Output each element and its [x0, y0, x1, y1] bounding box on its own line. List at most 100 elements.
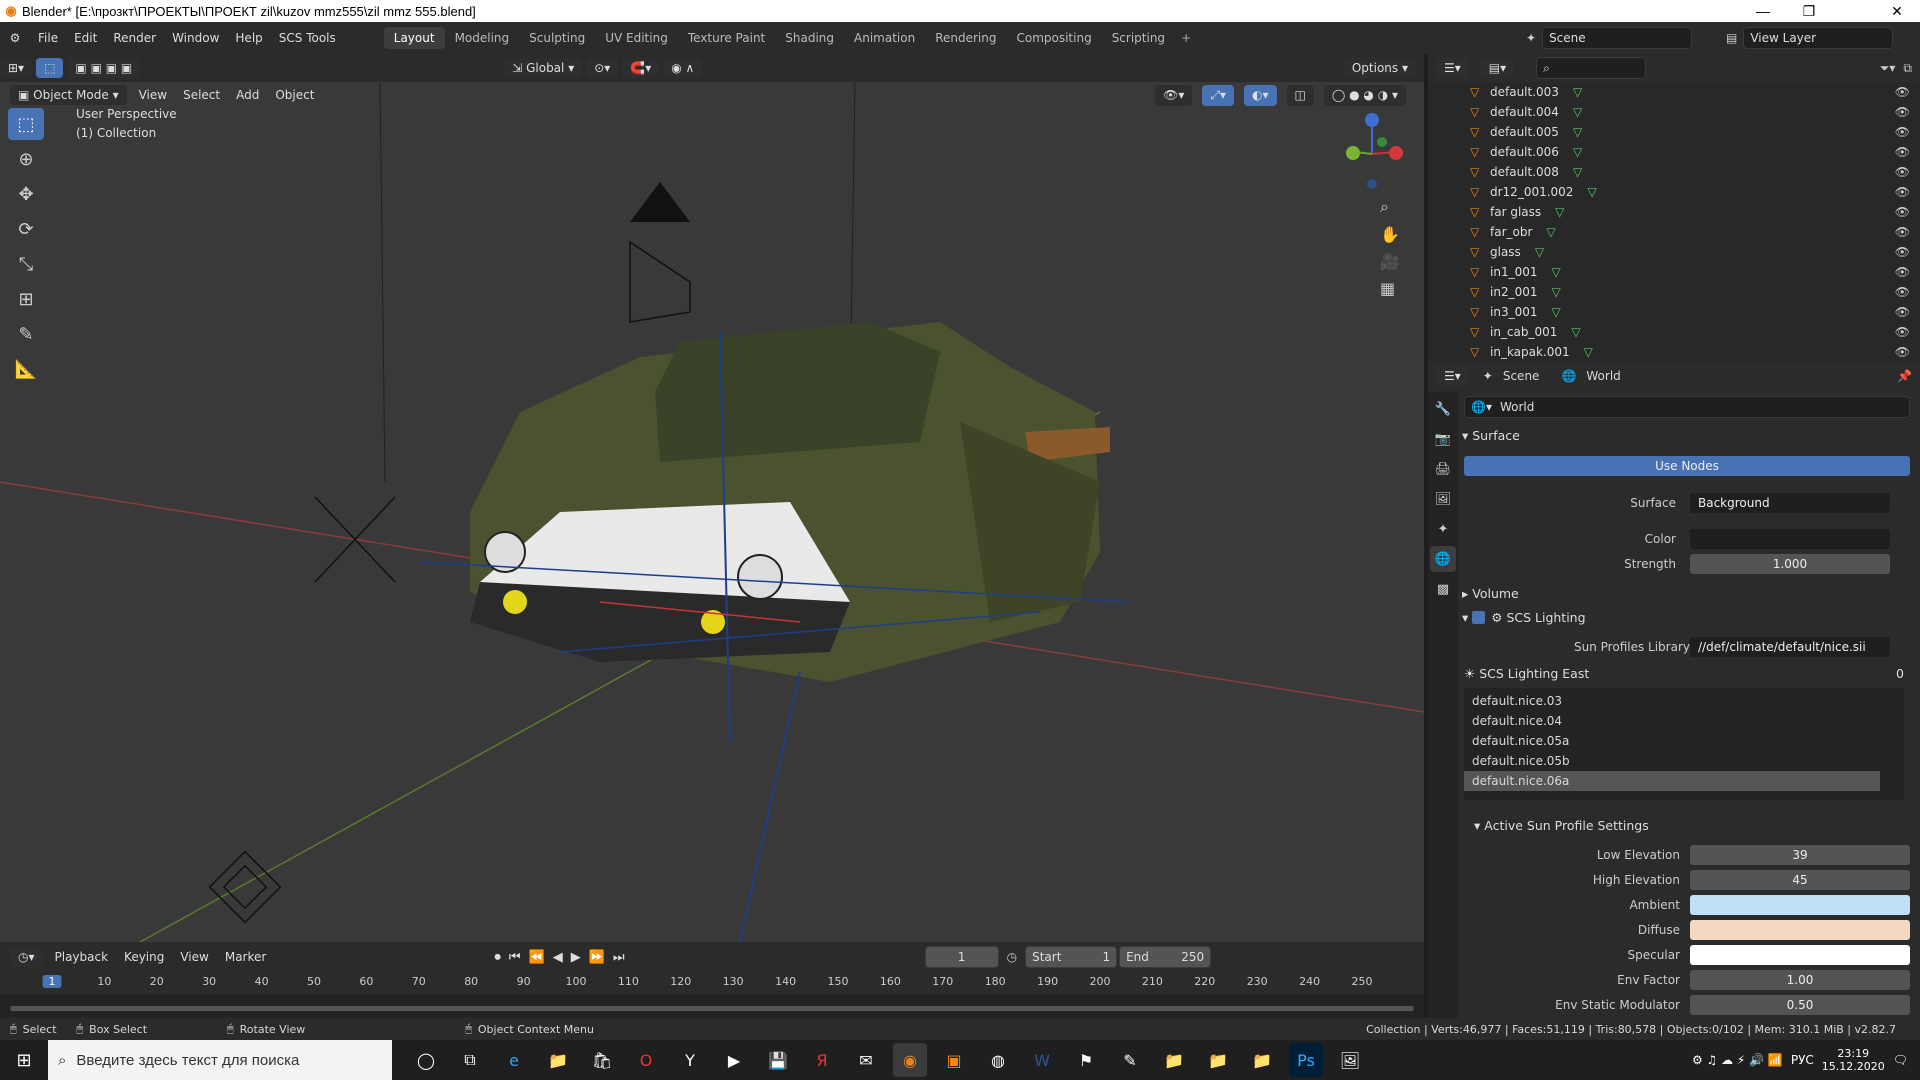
eye-icon[interactable]: 👁 — [1895, 245, 1910, 259]
timeline-scrollbar[interactable] — [10, 1006, 1414, 1011]
outliner-item[interactable]: ▽ dr12_001.002 ▽ 👁 — [1428, 182, 1920, 202]
3d-viewport[interactable]: User Perspective (1) Collection ⌕ ✋ 🎥 ▦ — [0, 82, 1424, 942]
eye-icon[interactable]: 👁 — [1895, 145, 1910, 159]
folder-icon[interactable]: 📁 — [1157, 1043, 1191, 1077]
notification-icon[interactable]: 🗨 — [1893, 1053, 1908, 1067]
use-nodes-button[interactable]: Use Nodes — [1464, 456, 1910, 476]
outliner-item[interactable]: ▽ glass ▽ 👁 — [1428, 242, 1920, 262]
outliner-item[interactable]: ▽ in_kapak.001 ▽ 👁 — [1428, 342, 1920, 362]
menu-window[interactable]: Window — [164, 31, 227, 45]
scale-icon[interactable]: ⤡ — [8, 248, 44, 280]
outliner-item[interactable]: ▽ in2_001 ▽ 👁 — [1428, 282, 1920, 302]
options-button[interactable]: Options ▾ — [1343, 58, 1416, 78]
clock[interactable]: 23:19 15.12.2020 — [1822, 1047, 1885, 1073]
measure-icon[interactable]: 📐 — [8, 353, 44, 385]
transform-orientation[interactable]: ⇲ Global ▾ — [504, 58, 583, 78]
minimize-icon[interactable]: — — [1740, 0, 1786, 22]
tab-modeling[interactable]: Modeling — [445, 27, 520, 49]
mail-icon[interactable]: ✉ — [849, 1043, 883, 1077]
overlay-icon[interactable]: ◐▾ — [1244, 84, 1277, 106]
transform-icon[interactable]: ⊞ — [8, 283, 44, 315]
low-elevation-field[interactable]: 39 — [1690, 845, 1910, 865]
sun-lib-field[interactable]: //def/climate/default/nice.sii — [1690, 637, 1890, 657]
world-datablock-field[interactable]: 🌐▾ World — [1464, 396, 1910, 418]
language-indicator[interactable]: РУС — [1791, 1053, 1814, 1067]
store-icon[interactable]: 🛍 — [585, 1043, 619, 1077]
volume-section-header[interactable]: ▸ Volume — [1462, 586, 1519, 601]
eye-icon[interactable]: 👁 — [1895, 285, 1910, 299]
env-static-field[interactable]: 0.50 — [1690, 995, 1910, 1015]
close-icon[interactable]: ✕ — [1874, 0, 1920, 22]
mode-selector[interactable]: ▣ Object Mode ▾ — [10, 85, 127, 105]
folder2-icon[interactable]: 📁 — [1201, 1043, 1235, 1077]
outliner-item[interactable]: ▽ default.008 ▽ 👁 — [1428, 162, 1920, 182]
pivot-button[interactable]: ⊙▾ — [586, 58, 619, 78]
outliner-item[interactable]: ▽ in3_001 ▽ 👁 — [1428, 302, 1920, 322]
texture-tab-icon[interactable]: ▩ — [1430, 576, 1456, 602]
menu-edit[interactable]: Edit — [66, 31, 105, 45]
tab-sculpting[interactable]: Sculpting — [519, 27, 595, 49]
timeline-menu-view[interactable]: View — [172, 950, 216, 964]
visibility-icon[interactable]: 👁▾ — [1155, 84, 1193, 106]
tab-scripting[interactable]: Scripting — [1102, 27, 1175, 49]
eye-icon[interactable]: 👁 — [1895, 265, 1910, 279]
outliner-item[interactable]: ▽ default.006 ▽ 👁 — [1428, 142, 1920, 162]
viewport-scene[interactable]: User Perspective (1) Collection — [0, 82, 1424, 942]
start-windows-icon[interactable]: ⊞ — [0, 1050, 48, 1071]
tab-texture-paint[interactable]: Texture Paint — [678, 27, 775, 49]
end-frame-field[interactable]: End 250 — [1119, 946, 1212, 968]
select-mode-button[interactable]: ⬚ — [36, 58, 64, 78]
selection-modes[interactable]: ▣ ▣ ▣ ▣ — [67, 58, 141, 78]
word-icon[interactable]: W — [1025, 1043, 1059, 1077]
rotate-icon[interactable]: ⟳ — [8, 213, 44, 245]
outliner-item[interactable]: ▽ far glass ▽ 👁 — [1428, 202, 1920, 222]
camera-view-icon[interactable]: 🎥 — [1380, 252, 1400, 271]
outliner-item[interactable]: ▽ default.003 ▽ 👁 — [1428, 82, 1920, 102]
high-elevation-field[interactable]: 45 — [1690, 870, 1910, 890]
eye-icon[interactable]: 👁 — [1895, 345, 1910, 359]
filter-icon[interactable]: ⏷▾ — [1880, 61, 1896, 76]
jump-end-icon[interactable]: ⏭ — [613, 950, 625, 965]
outliner-search[interactable]: ⌕ — [1536, 57, 1647, 79]
photoshop-icon[interactable]: Ps — [1289, 1043, 1323, 1077]
timeline-ruler[interactable]: 1 10 20 30 40 50 60 70 80 90 100 110 120 130 140 150 160… — [0, 972, 1424, 994]
active-sun-header[interactable]: ▾ Active Sun Profile Settings — [1474, 818, 1649, 833]
viewport-menu-add[interactable]: Add — [228, 88, 267, 102]
sun-profile-item[interactable]: default.nice.06a — [1464, 771, 1880, 791]
xray-icon[interactable]: ◫ — [1286, 84, 1314, 106]
edge-icon[interactable]: e — [497, 1043, 531, 1077]
strength-field[interactable]: 1.000 — [1690, 554, 1890, 574]
timeline-menu-keying[interactable]: Keying — [116, 950, 172, 964]
save-app-icon[interactable]: 💾 — [761, 1043, 795, 1077]
outliner-editor-type[interactable]: ☰▾ — [1436, 58, 1469, 78]
menu-render[interactable]: Render — [105, 31, 164, 45]
env-factor-field[interactable]: 1.00 — [1690, 970, 1910, 990]
tab-shading[interactable]: Shading — [775, 27, 844, 49]
new-collection-icon[interactable]: ⧉ — [1903, 61, 1912, 76]
current-frame-field[interactable]: 1 — [924, 946, 999, 968]
menu-scs-tools[interactable]: SCS Tools — [271, 31, 344, 45]
tab-animation[interactable]: Animation — [844, 27, 925, 49]
viewport-menu-view[interactable]: View — [131, 88, 175, 102]
outliner-item[interactable]: ▽ default.005 ▽ 👁 — [1428, 122, 1920, 142]
outliner-item[interactable]: ▽ default.004 ▽ 👁 — [1428, 102, 1920, 122]
app-orange-icon[interactable]: ▣ — [937, 1043, 971, 1077]
eye-icon[interactable]: 👁 — [1895, 165, 1910, 179]
display-mode-icon[interactable]: ▤▾ — [1480, 58, 1515, 78]
next-key-icon[interactable]: ⏩ — [589, 950, 605, 965]
viewport-menu-object[interactable]: Object — [267, 88, 322, 102]
opera-icon[interactable]: O — [629, 1043, 663, 1077]
pin-icon[interactable]: 📌 — [1897, 369, 1912, 383]
render-tab-icon[interactable]: 📷 — [1430, 426, 1456, 452]
select-box-icon[interactable]: ⬚ — [8, 108, 44, 140]
blender-taskbar-icon[interactable]: ◉ — [893, 1043, 927, 1077]
proportional-button[interactable]: ◉ ∧ — [663, 58, 703, 78]
eye-icon[interactable]: 👁 — [1895, 205, 1910, 219]
maximize-icon[interactable]: ❐ — [1786, 0, 1832, 22]
timeline-editor-type[interactable]: ◷▾ — [10, 947, 43, 967]
ortho-grid-icon[interactable]: ▦ — [1380, 279, 1400, 298]
add-workspace-icon[interactable]: + — [1181, 31, 1191, 45]
move-icon[interactable]: ✥ — [8, 178, 44, 210]
sun-profile-item[interactable]: default.nice.03 — [1464, 691, 1904, 711]
outliner-item[interactable]: ▽ far_obr ▽ 👁 — [1428, 222, 1920, 242]
